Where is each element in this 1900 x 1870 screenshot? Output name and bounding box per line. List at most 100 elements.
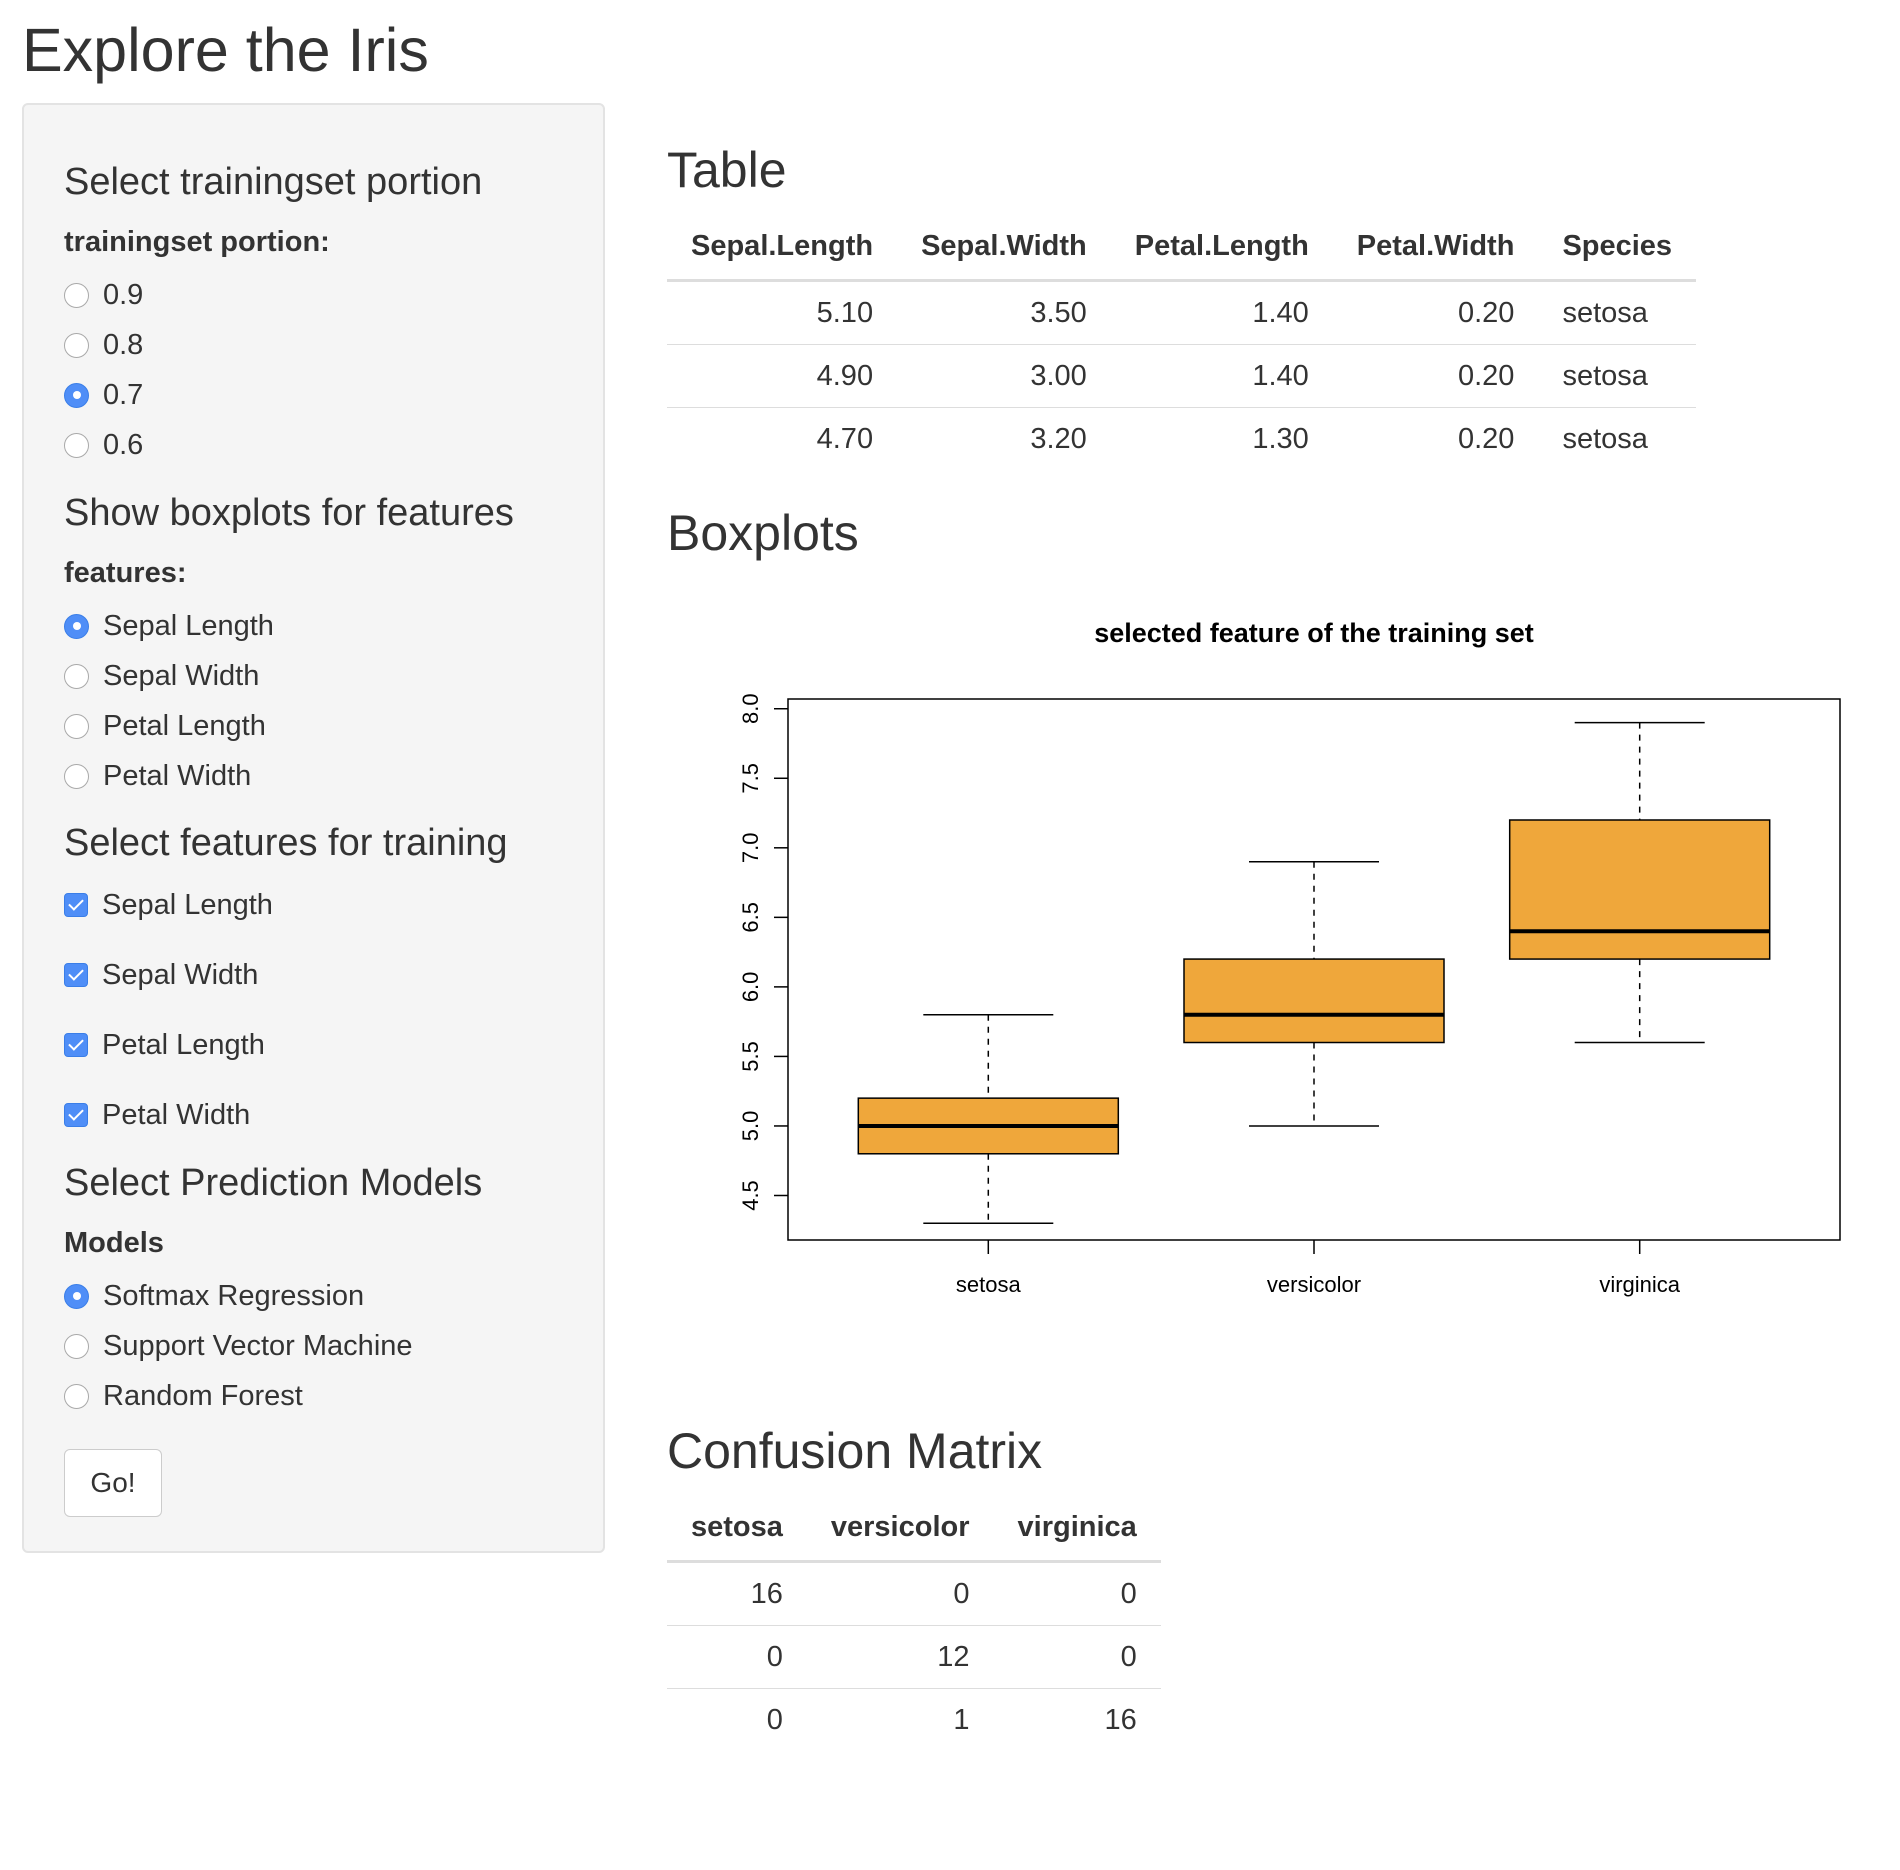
table-row: 4.70 3.20 1.30 0.20 setosa: [667, 408, 1696, 471]
training-feature-sepal-length[interactable]: Sepal Length: [64, 885, 273, 925]
training-feature-petal-width[interactable]: Petal Width: [64, 1095, 250, 1135]
model-option-random-forest[interactable]: Random Forest: [64, 1376, 303, 1416]
x-tick-label: versicolor: [1267, 1272, 1361, 1297]
radio-petal-width[interactable]: [64, 763, 89, 789]
training-feature-sepal-width[interactable]: Sepal Width: [64, 955, 258, 995]
checkbox-sepal-width[interactable]: [64, 963, 88, 987]
table-header-row: Sepal.Length Sepal.Width Petal.Length Pe…: [667, 213, 1697, 282]
y-tick-label: 5.5: [738, 1041, 763, 1072]
table-row: 0 1 16: [667, 1689, 1161, 1752]
page-title: Explore the Iris: [22, 16, 429, 84]
models-heading: Select Prediction Models: [64, 1162, 483, 1204]
portion-option-0-7[interactable]: 0.7: [64, 375, 143, 415]
feature-option-label: Petal Length: [103, 709, 266, 742]
feature-option-sepal-length[interactable]: Sepal Length: [64, 606, 274, 646]
model-option-label: Random Forest: [103, 1379, 303, 1412]
radio-softmax[interactable]: [64, 1283, 89, 1309]
go-button[interactable]: Go!: [64, 1449, 162, 1517]
column-header[interactable]: virginica: [993, 1494, 1161, 1563]
column-header[interactable]: Species: [1538, 213, 1697, 282]
table-row: 16 0 0: [667, 1561, 1161, 1626]
table-cell: 1: [953, 1703, 970, 1736]
chart-title: selected feature of the training set: [1094, 618, 1534, 648]
portion-option-label: 0.9: [103, 278, 144, 311]
model-option-label: Support Vector Machine: [103, 1329, 413, 1362]
model-option-softmax[interactable]: Softmax Regression: [64, 1276, 364, 1316]
portion-option-label: 0.6: [103, 428, 144, 461]
checkbox-petal-width[interactable]: [64, 1103, 88, 1127]
radio-0-6[interactable]: [64, 432, 89, 458]
models-label: Models: [64, 1227, 164, 1259]
portion-option-0-6[interactable]: 0.6: [64, 425, 143, 465]
table-cell: 3.00: [897, 344, 1111, 408]
y-tick-label: 8.0: [738, 693, 763, 724]
table-cell: 5.10: [667, 280, 898, 345]
table-cell: 1.40: [1110, 344, 1333, 408]
table-cell: 12: [806, 1625, 994, 1689]
portion-label: trainingset portion:: [64, 226, 330, 258]
radio-0-7[interactable]: [64, 382, 89, 408]
table-cell: 4.70: [816, 422, 874, 455]
table-row: 0 12 0: [667, 1625, 1161, 1689]
column-header[interactable]: versicolor: [806, 1494, 994, 1563]
column-header[interactable]: Sepal.Length: [667, 213, 898, 282]
radio-0-8[interactable]: [64, 332, 89, 358]
portion-option-label: 0.7: [103, 378, 144, 411]
feature-option-label: Sepal Width: [103, 659, 260, 692]
table-cell: 1.40: [1110, 280, 1333, 345]
radio-0-9[interactable]: [64, 282, 89, 308]
boxplot-features-heading: Show boxplots for features: [64, 492, 514, 534]
table-cell: 3.20: [1030, 422, 1087, 455]
table-cell: setosa: [1538, 280, 1697, 345]
checkbox-petal-length[interactable]: [64, 1033, 88, 1057]
radio-sepal-width[interactable]: [64, 663, 89, 689]
x-tick-label: virginica: [1599, 1272, 1680, 1297]
table-cell: 0: [806, 1561, 994, 1626]
portion-option-0-8[interactable]: 0.8: [64, 325, 143, 365]
column-header[interactable]: Sepal.Width: [897, 213, 1111, 282]
feature-option-label: Sepal Length: [103, 609, 274, 642]
table-cell: 3.50: [897, 280, 1111, 345]
boxplots-heading: Boxplots: [667, 505, 859, 561]
table-header-row: setosa versicolor virginica: [667, 1494, 1161, 1563]
box-versicolor: [1183, 958, 1445, 1044]
table-cell: 0.20: [1332, 344, 1539, 408]
radio-random-forest[interactable]: [64, 1383, 89, 1409]
feature-option-sepal-width[interactable]: Sepal Width: [64, 656, 259, 696]
x-tick-label: setosa: [956, 1272, 1022, 1297]
sidebar-panel: Select trainingset portion trainingset p…: [22, 103, 605, 1553]
model-option-label: Softmax Regression: [103, 1279, 365, 1312]
feature-option-petal-width[interactable]: Petal Width: [64, 756, 251, 796]
model-option-svm[interactable]: Support Vector Machine: [64, 1326, 413, 1366]
column-header[interactable]: Petal.Length: [1110, 213, 1333, 282]
checkbox-sepal-length[interactable]: [64, 893, 88, 917]
table-cell: setosa: [1538, 344, 1697, 408]
confusion-heading: Confusion Matrix: [667, 1423, 1043, 1479]
table-cell: 0: [766, 1703, 783, 1736]
column-header[interactable]: setosa: [667, 1494, 807, 1563]
y-tick-label: 4.5: [738, 1180, 763, 1211]
portion-option-0-9[interactable]: 0.9: [64, 275, 143, 315]
y-tick-label: 7.0: [738, 833, 763, 864]
column-header[interactable]: Petal.Width: [1332, 213, 1539, 282]
table-cell: 4.90: [667, 344, 898, 408]
training-feature-label: Sepal Width: [102, 958, 259, 991]
training-feature-label: Sepal Length: [102, 888, 273, 921]
y-tick-label: 6.0: [738, 972, 763, 1003]
radio-svm[interactable]: [64, 1333, 89, 1359]
radio-petal-length[interactable]: [64, 713, 89, 739]
feature-option-petal-length[interactable]: Petal Length: [64, 706, 266, 746]
training-features-heading: Select features for training: [64, 822, 508, 864]
features-label: features:: [64, 557, 187, 589]
table-cell: 0.20: [1457, 422, 1515, 455]
radio-sepal-length[interactable]: [64, 613, 89, 639]
table-cell: 0: [667, 1625, 807, 1689]
portion-heading: Select trainingset portion: [64, 161, 483, 203]
table-row: 4.90 3.00 1.40 0.20 setosa: [667, 344, 1697, 408]
confusion-matrix-table: setosa versicolor virginica 16 0 0 0 12 …: [667, 1494, 1161, 1751]
training-feature-petal-length[interactable]: Petal Length: [64, 1025, 265, 1065]
training-feature-label: Petal Width: [102, 1098, 251, 1131]
portion-option-label: 0.8: [103, 328, 144, 361]
y-tick-label: 6.5: [738, 902, 763, 933]
table-cell: setosa: [1562, 422, 1648, 455]
